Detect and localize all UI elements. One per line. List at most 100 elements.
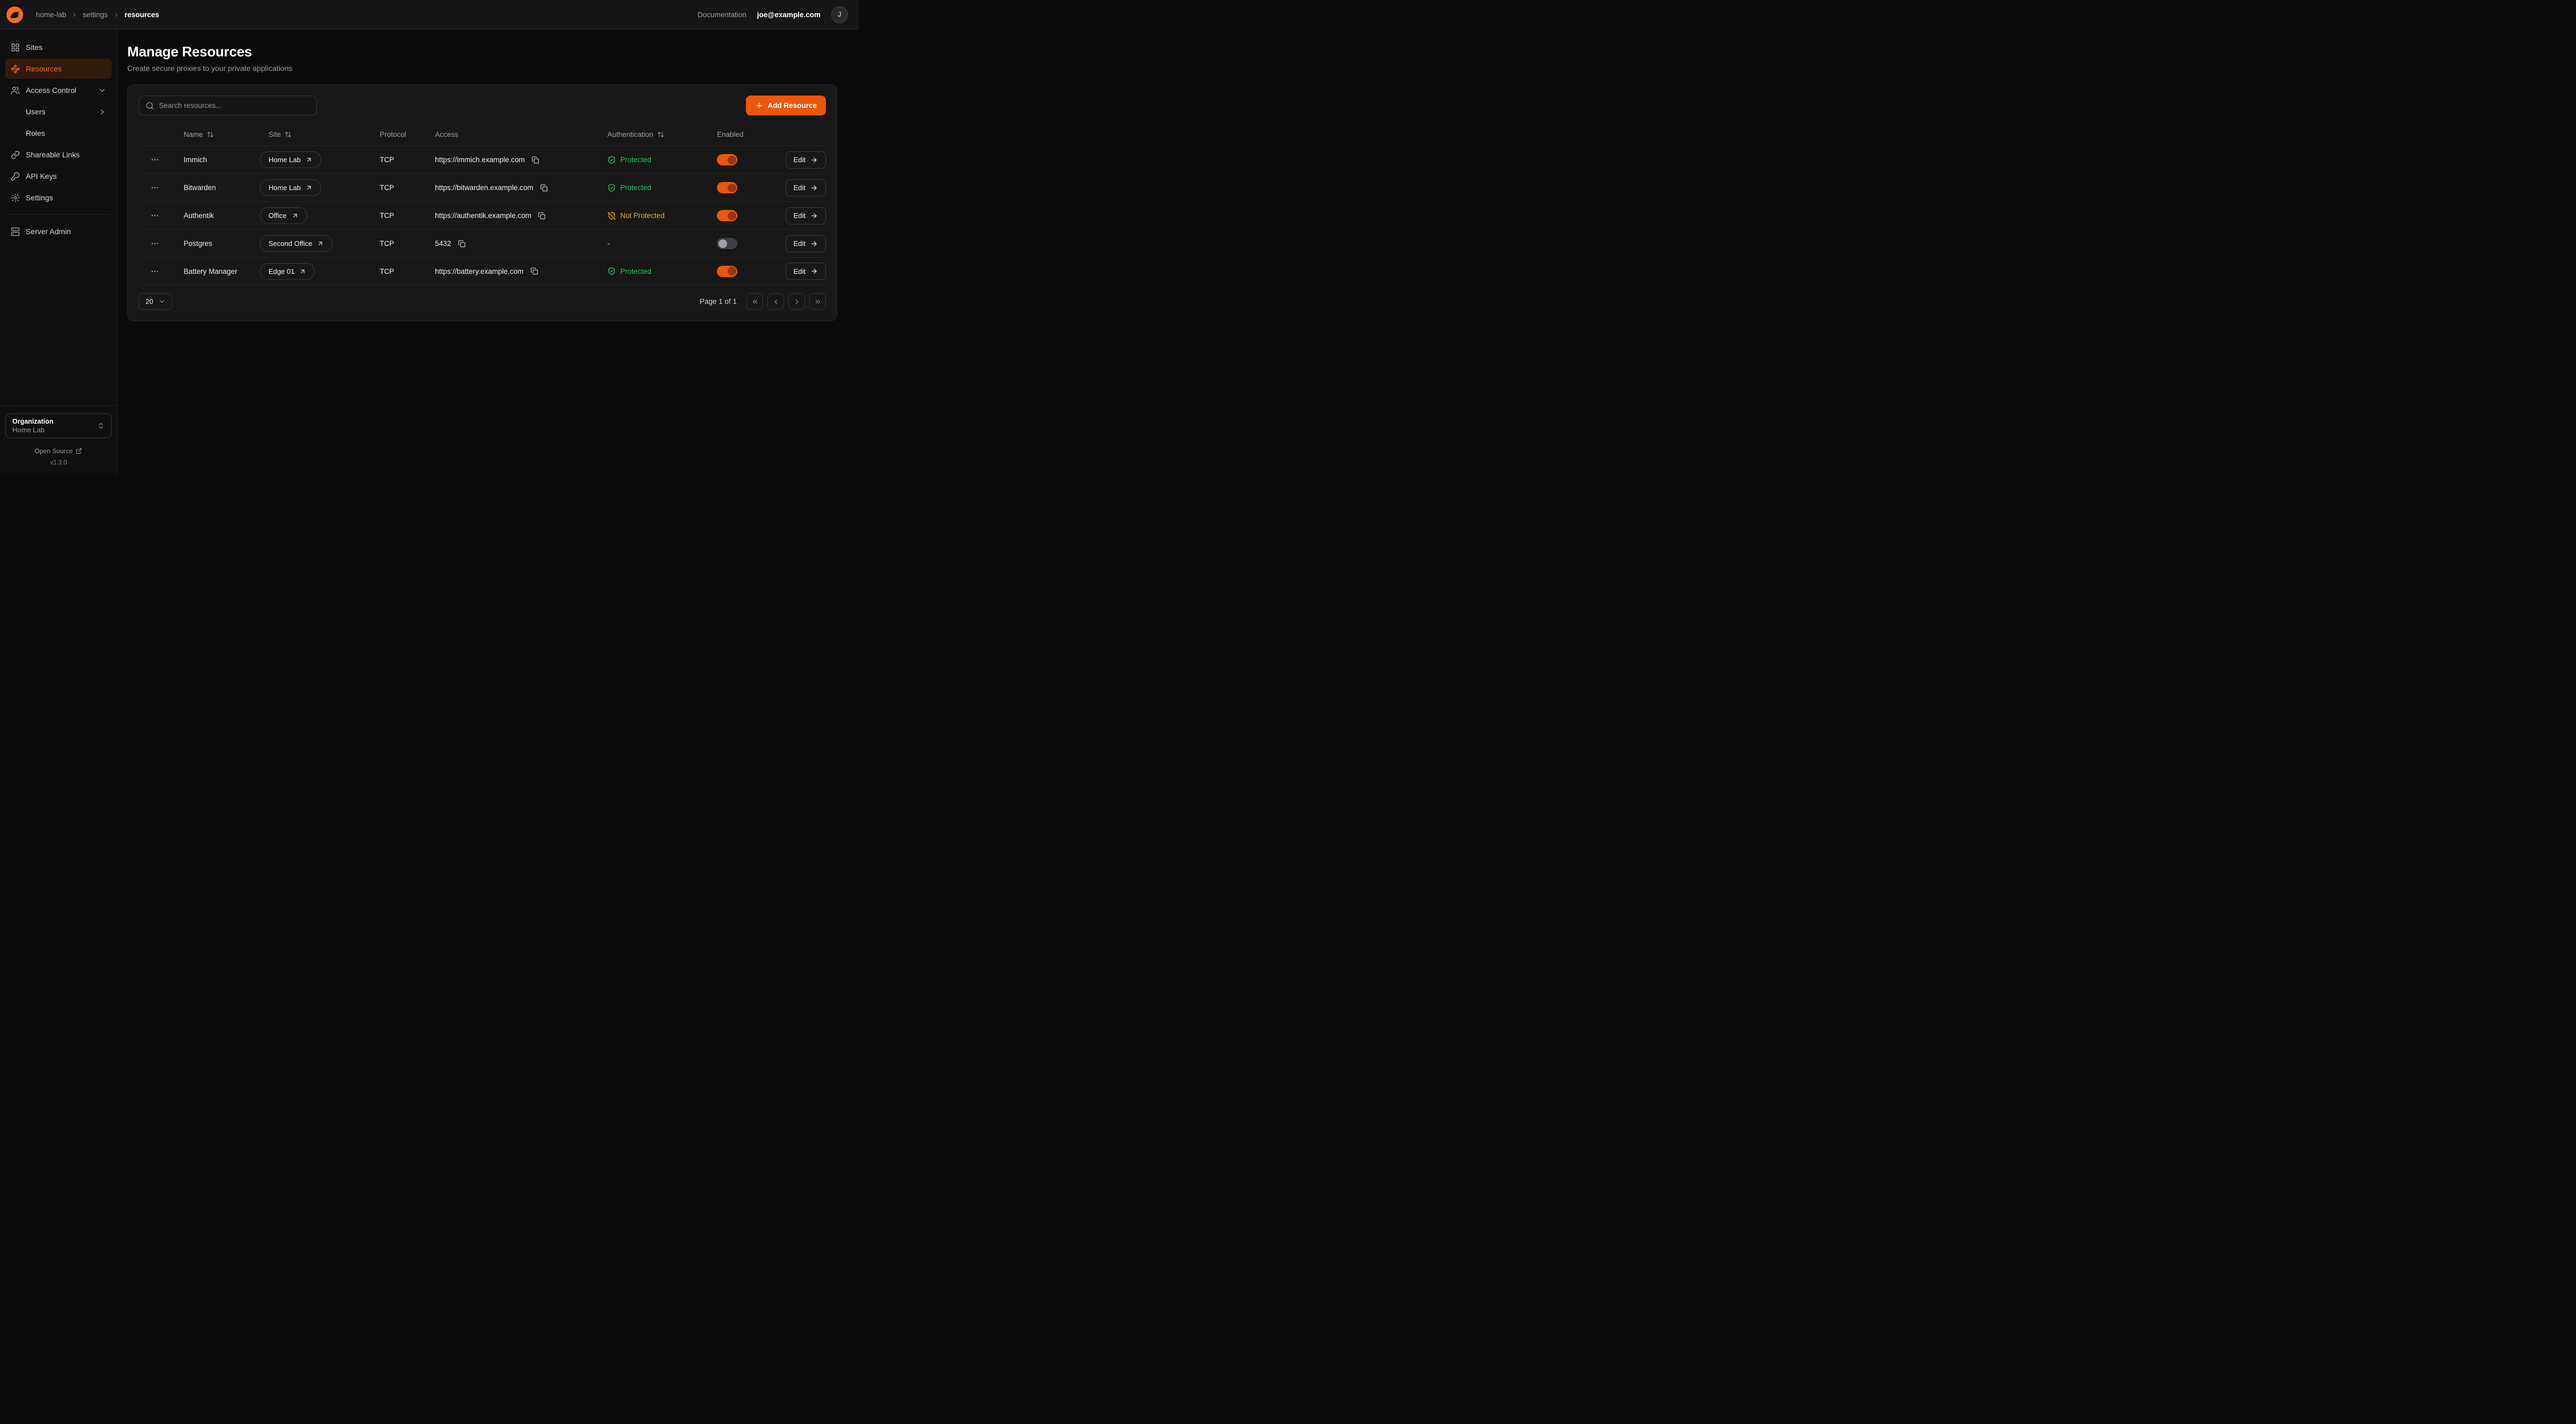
- prev-page-button[interactable]: [767, 293, 784, 310]
- sidebar-item-settings[interactable]: Settings: [5, 187, 112, 208]
- enabled-toggle[interactable]: [717, 238, 737, 249]
- copy-icon[interactable]: [529, 266, 540, 277]
- avatar[interactable]: J: [831, 6, 848, 23]
- edit-button[interactable]: Edit: [786, 207, 826, 224]
- copy-glyph-icon: [532, 156, 539, 164]
- card-toolbar: Add Resource: [139, 96, 826, 115]
- breadcrumb-settings[interactable]: settings: [83, 11, 108, 19]
- sidebar-item-access-control[interactable]: Access Control: [5, 80, 112, 100]
- row-actions-menu-button[interactable]: [148, 265, 162, 278]
- site-link-button[interactable]: Second Office: [260, 235, 332, 252]
- sidebar-item-roles[interactable]: Roles: [5, 123, 112, 143]
- resource-name: Bitwarden: [171, 184, 260, 192]
- main-content: Manage Resources Create secure proxies t…: [118, 30, 859, 475]
- enabled-toggle[interactable]: [717, 182, 737, 193]
- external-link-icon: [299, 268, 306, 275]
- open-source-link[interactable]: Open Source: [5, 447, 112, 455]
- row-actions-menu-button[interactable]: [148, 237, 162, 250]
- external-link-icon: [292, 212, 299, 219]
- column-header-enabled: Enabled: [717, 130, 787, 139]
- copy-icon[interactable]: [530, 155, 541, 165]
- toggle-knob: [728, 184, 736, 192]
- page-size-select[interactable]: 20: [139, 293, 172, 310]
- sidebar-bottom: Organization Home Lab Open Source v1.3.0: [0, 405, 117, 469]
- site-link-button[interactable]: Office: [260, 207, 307, 224]
- edit-button[interactable]: Edit: [786, 263, 826, 280]
- pagination: Page 1 of 1: [700, 293, 826, 310]
- sidebar-item-users[interactable]: Users: [5, 101, 112, 122]
- chevrons-right-icon: [814, 298, 822, 306]
- organization-selector[interactable]: Organization Home Lab: [5, 413, 112, 438]
- search-box: [139, 96, 317, 115]
- copy-icon[interactable]: [456, 238, 467, 249]
- edit-button[interactable]: Edit: [786, 151, 826, 169]
- pangolin-logo-icon: [6, 6, 23, 23]
- resources-card: Add Resource Name Site Protocol Access: [127, 84, 837, 321]
- sidebar-item-label: Access Control: [26, 86, 76, 95]
- column-header-site[interactable]: Site: [260, 130, 380, 139]
- edit-button[interactable]: Edit: [786, 235, 826, 252]
- add-resource-button[interactable]: Add Resource: [746, 96, 826, 115]
- search-input[interactable]: [159, 101, 310, 110]
- gear-icon: [11, 193, 20, 202]
- breadcrumb-org[interactable]: home-lab: [36, 11, 66, 19]
- column-header-authentication[interactable]: Authentication: [607, 130, 717, 139]
- toggle-knob: [728, 212, 736, 220]
- arrow-right-icon: [810, 212, 818, 220]
- column-header-name[interactable]: Name: [171, 130, 260, 139]
- ellipsis-icon: [150, 183, 159, 192]
- access-url: https://bitwarden.example.com: [435, 184, 533, 192]
- ellipsis-icon: [150, 267, 159, 276]
- auth-label: Protected: [620, 267, 651, 275]
- next-page-button[interactable]: [788, 293, 805, 310]
- arrow-right-icon: [810, 184, 818, 192]
- sidebar-item-label: Sites: [26, 43, 42, 52]
- copy-icon[interactable]: [536, 210, 547, 221]
- site-link-button[interactable]: Home Lab: [260, 179, 321, 196]
- table-row: Battery Manager Edge 01 TCP https://batt…: [139, 257, 826, 285]
- copy-icon[interactable]: [539, 183, 549, 193]
- last-page-button[interactable]: [809, 293, 826, 310]
- shield-check-icon: [607, 156, 616, 164]
- sort-icon: [657, 131, 664, 138]
- row-actions-menu-button[interactable]: [148, 209, 162, 222]
- row-actions-menu-button[interactable]: [148, 181, 162, 194]
- topbar-right: Documentation joe@example.com J: [698, 6, 848, 23]
- access-url: 5432: [435, 239, 451, 248]
- app-logo[interactable]: [6, 6, 23, 23]
- users-icon: [11, 86, 20, 95]
- access-url: https://battery.example.com: [435, 267, 524, 275]
- table-footer: 20 Page 1 of 1: [139, 293, 826, 310]
- organization-name: Home Lab: [12, 426, 53, 434]
- breadcrumb-current: resources: [125, 11, 159, 19]
- resource-protocol: TCP: [380, 212, 435, 220]
- table-row: Authentik Office TCP https://authentik.e…: [139, 201, 826, 229]
- row-actions-menu-button[interactable]: [148, 153, 162, 166]
- site-name: Edge 01: [269, 267, 294, 275]
- organization-label: Organization: [12, 418, 53, 425]
- chevrons-left-icon: [751, 298, 759, 306]
- enabled-toggle[interactable]: [717, 210, 737, 221]
- auth-status: -: [607, 239, 610, 248]
- chevron-left-icon: [772, 298, 780, 306]
- sidebar-divider: [6, 214, 111, 215]
- arrow-right-icon: [810, 240, 818, 248]
- site-name: Office: [269, 212, 287, 220]
- site-link-button[interactable]: Edge 01: [260, 263, 315, 280]
- site-link-button[interactable]: Home Lab: [260, 151, 321, 168]
- enabled-toggle[interactable]: [717, 154, 737, 165]
- edit-button[interactable]: Edit: [786, 179, 826, 197]
- first-page-button[interactable]: [746, 293, 763, 310]
- sidebar-item-api-keys[interactable]: API Keys: [5, 166, 112, 186]
- auth-status: Protected: [607, 267, 651, 275]
- sidebar-item-server-admin[interactable]: Server Admin: [5, 221, 112, 242]
- chevron-right-icon: [113, 11, 120, 18]
- version-label: v1.3.0: [5, 460, 112, 466]
- auth-status: Protected: [607, 156, 651, 164]
- sidebar-item-shareable-links[interactable]: Shareable Links: [5, 144, 112, 165]
- enabled-toggle[interactable]: [717, 266, 737, 277]
- documentation-link[interactable]: Documentation: [698, 11, 746, 19]
- user-email[interactable]: joe@example.com: [757, 11, 821, 19]
- sidebar-item-sites[interactable]: Sites: [5, 37, 112, 57]
- sidebar-item-resources[interactable]: Resources: [5, 59, 112, 79]
